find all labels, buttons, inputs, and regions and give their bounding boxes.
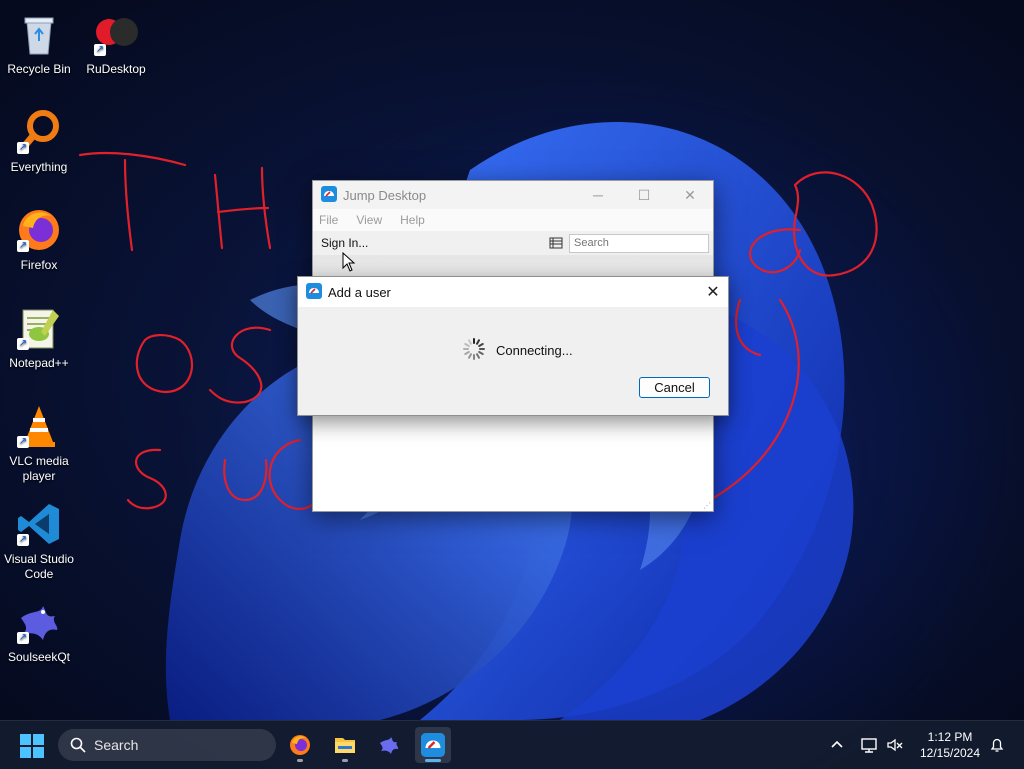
shortcut-arrow-icon: ↗ <box>17 338 29 350</box>
dialog-close-button[interactable]: ✕ <box>698 282 728 302</box>
taskbar-firefox[interactable] <box>282 727 318 763</box>
desktop-icon-label: Recycle Bin <box>7 62 71 76</box>
menu-file[interactable]: File <box>319 213 338 227</box>
desktop-icon-label: Firefox <box>20 258 58 272</box>
windows-logo-icon <box>20 734 44 758</box>
desktop-icon-label: RuDesktop <box>86 62 146 76</box>
firefox-icon: ↗ <box>15 206 63 254</box>
recycle-bin-icon <box>15 10 63 58</box>
soulseek-icon <box>380 737 399 754</box>
dialog-body: Connecting... Cancel <box>298 307 728 415</box>
taskbar-soulseek[interactable] <box>371 727 407 763</box>
jump-desktop-icon <box>421 733 445 757</box>
window-title: Jump Desktop <box>343 187 427 203</box>
running-indicator <box>342 759 348 762</box>
menu-view[interactable]: View <box>356 213 382 227</box>
dialog-titlebar[interactable]: Add a user ✕ <box>298 277 728 307</box>
running-indicator <box>297 759 303 762</box>
search-input[interactable] <box>569 233 709 253</box>
shortcut-arrow-icon: ↗ <box>17 632 29 644</box>
toolbar: Sign In... <box>313 231 713 256</box>
vscode-icon: ↗ <box>15 500 63 548</box>
desktop-icon-label: Notepad++ <box>9 356 69 370</box>
shortcut-arrow-icon: ↗ <box>94 44 106 56</box>
start-button[interactable] <box>20 734 44 758</box>
jump-desktop-icon <box>306 282 322 302</box>
list-view-icon[interactable] <box>549 236 563 250</box>
notifications-button[interactable] <box>988 721 1006 769</box>
tray-overflow-button[interactable] <box>828 721 846 769</box>
volume-muted-icon <box>887 738 903 752</box>
menu-help[interactable]: Help <box>400 213 425 227</box>
menu-bar: File View Help <box>313 209 713 231</box>
desktop-icon-label: SoulseekQt <box>7 650 71 664</box>
network-icon <box>861 738 877 753</box>
desktop-icon-label: VLC media player <box>9 454 69 483</box>
add-user-dialog: Add a user ✕ Connecting... Cancel <box>297 276 729 416</box>
firefox-icon <box>290 735 310 755</box>
active-indicator <box>425 759 441 762</box>
clock-date: 12/15/2024 <box>919 746 981 760</box>
rudesktop-icon: ↗ <box>92 10 140 58</box>
soulseek-icon: ↗ <box>15 598 63 646</box>
file-explorer-icon <box>335 738 355 753</box>
shortcut-arrow-icon: ↗ <box>17 534 29 546</box>
taskbar-file-explorer[interactable] <box>327 727 363 763</box>
desktop-icon-soulseekqt[interactable]: ↗ SoulseekQt <box>0 598 78 665</box>
cancel-button[interactable]: Cancel <box>639 377 710 398</box>
sign-in-button[interactable]: Sign In... <box>321 236 368 250</box>
desktop-icon-firefox[interactable]: ↗ Firefox <box>0 206 78 273</box>
connecting-status: Connecting... <box>496 343 573 358</box>
desktop-icon-label: Visual Studio Code <box>4 552 74 581</box>
desktop-icon-label: Everything <box>10 160 68 174</box>
network-status-button[interactable] <box>860 721 878 769</box>
minimize-button[interactable]: ─ <box>575 181 621 209</box>
everything-search-icon: ↗ <box>15 108 63 156</box>
desktop-icon-vscode[interactable]: ↗ Visual Studio Code <box>0 500 78 582</box>
desktop-icon-recycle-bin[interactable]: Recycle Bin <box>0 10 78 77</box>
desktop-icon-vlc[interactable]: ↗ VLC media player <box>0 402 78 484</box>
dialog-title: Add a user <box>328 284 391 300</box>
taskbar-search-box[interactable]: Search <box>58 729 276 761</box>
clock-time: 1:12 PM <box>927 730 973 744</box>
desktop-icon-rudesktop[interactable]: ↗ RuDesktop <box>77 10 155 77</box>
system-clock[interactable]: 1:12 PM 12/15/2024 <box>912 729 988 761</box>
desktop-icon-everything[interactable]: ↗ Everything <box>0 108 78 175</box>
desktop-icon-notepadpp[interactable]: ↗ Notepad++ <box>0 304 78 371</box>
search-icon <box>70 737 86 753</box>
mouse-cursor-icon <box>342 252 356 272</box>
loading-spinner-icon <box>463 338 485 360</box>
taskbar: Search 1:12 PM 12/15/2024 <box>0 720 1024 769</box>
shortcut-arrow-icon: ↗ <box>17 436 29 448</box>
jump-desktop-icon <box>321 185 337 205</box>
shortcut-arrow-icon: ↗ <box>17 240 29 252</box>
notepadpp-icon: ↗ <box>15 304 63 352</box>
maximize-button[interactable]: ☐ <box>621 181 667 209</box>
resize-grip-icon[interactable]: ⋰ <box>703 501 711 510</box>
taskbar-search-label: Search <box>94 737 139 753</box>
taskbar-jump-desktop[interactable] <box>415 727 451 763</box>
close-button[interactable]: ✕ <box>667 181 713 209</box>
volume-button[interactable] <box>886 721 904 769</box>
vlc-icon: ↗ <box>15 402 63 450</box>
shortcut-arrow-icon: ↗ <box>17 142 29 154</box>
bell-icon <box>990 738 1004 752</box>
chevron-up-icon <box>831 740 843 748</box>
jump-desktop-titlebar[interactable]: Jump Desktop ─ ☐ ✕ <box>313 181 713 209</box>
